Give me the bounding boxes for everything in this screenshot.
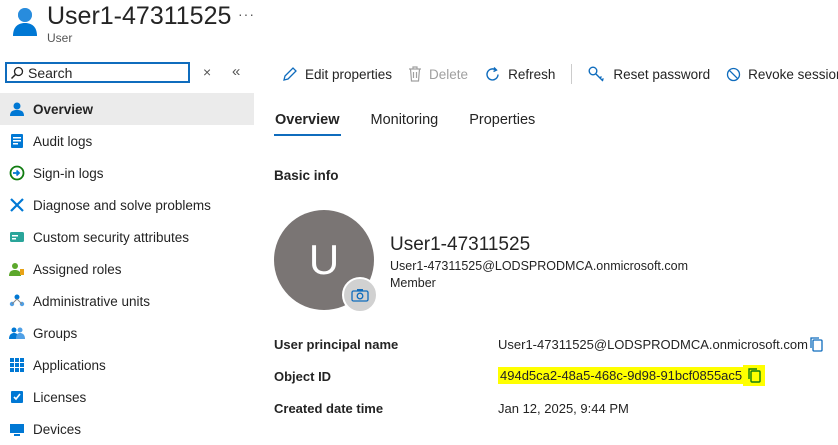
devices-icon — [9, 421, 25, 437]
page-subtitle: User — [47, 31, 73, 45]
user-type: Member — [390, 276, 436, 290]
licenses-icon — [9, 389, 25, 405]
sidebar-item-label: Assigned roles — [33, 261, 122, 277]
page-title: User1-47311525 — [47, 2, 232, 30]
object-id-value: 494d5ca2-48a5-468c-9d98-91bcf0855ac5 — [498, 367, 745, 384]
user-email: User1-47311525@LODSPRODMCA.onmicrosoft.c… — [390, 259, 688, 273]
sidebar-item-label: Applications — [33, 357, 106, 373]
sidebar-item-diagnose[interactable]: Diagnose and solve problems — [0, 189, 254, 221]
user-icon — [9, 101, 25, 117]
roles-icon — [9, 261, 25, 277]
sidebar-item-admin-units[interactable]: Administrative units — [0, 285, 254, 317]
admin-units-icon — [9, 293, 25, 309]
pencil-icon — [283, 67, 297, 81]
reset-password-button[interactable]: Reset password — [588, 66, 710, 82]
attributes-icon — [9, 229, 25, 245]
sidebar-item-label: Groups — [33, 325, 78, 341]
created-label: Created date time — [274, 401, 384, 416]
sidebar-item-groups[interactable]: Groups — [0, 317, 254, 349]
upn-value: User1-47311525@LODSPRODMCA.onmicrosoft.c… — [498, 337, 808, 352]
sidebar-item-licenses[interactable]: Licenses — [0, 381, 254, 413]
object-id-text: 494d5ca2-48a5-468c-9d98-91bcf0855ac5 — [498, 367, 745, 384]
section-title: Basic info — [274, 168, 339, 183]
sidebar-item-label: Devices — [33, 421, 82, 437]
delete-button[interactable]: Delete — [408, 66, 468, 82]
sidebar-item-assigned-roles[interactable]: Assigned roles — [0, 253, 254, 285]
copy-upn-icon[interactable] — [809, 336, 824, 353]
toolbar-divider — [571, 64, 573, 84]
collapse-sidebar-icon[interactable]: « — [232, 63, 240, 80]
key-icon — [588, 66, 605, 82]
clear-search-icon[interactable]: × — [203, 64, 211, 80]
edit-properties-label: Edit properties — [305, 66, 393, 82]
sidebar-item-label: Overview — [33, 101, 94, 117]
sidebar-item-custom-security[interactable]: Custom security attributes — [0, 221, 254, 253]
search-box — [5, 62, 190, 83]
sidebar-item-label: Custom security attributes — [33, 229, 190, 245]
sidebar-item-label: Audit logs — [33, 133, 93, 149]
applications-icon — [9, 357, 25, 373]
upn-label: User principal name — [274, 337, 399, 352]
tab-monitoring[interactable]: Monitoring — [370, 110, 440, 136]
search-input[interactable] — [24, 64, 178, 81]
sidebar-item-label: Diagnose and solve problems — [33, 197, 211, 213]
tab-overview[interactable]: Overview — [274, 110, 341, 136]
sidebar-item-overview[interactable]: Overview — [0, 93, 254, 125]
change-photo-button[interactable] — [342, 277, 378, 313]
tab-bar: Overview Monitoring Properties — [274, 110, 565, 136]
sidebar-item-applications[interactable]: Applications — [0, 349, 254, 381]
refresh-label: Refresh — [508, 66, 556, 82]
groups-icon — [9, 325, 25, 341]
sidebar-item-devices[interactable]: Devices — [0, 413, 254, 445]
refresh-button[interactable]: Refresh — [484, 66, 555, 83]
command-bar: Edit properties Delete Refresh Reset pas… — [282, 60, 838, 88]
user-icon — [13, 8, 37, 36]
copy-object-id-button[interactable] — [743, 365, 765, 386]
refresh-icon — [486, 66, 499, 81]
sidebar-item-audit-logs[interactable]: Audit logs — [0, 125, 254, 157]
tab-properties[interactable]: Properties — [468, 110, 536, 136]
sign-in-icon — [9, 165, 25, 181]
more-options-button[interactable]: ··· — [238, 6, 255, 22]
wrench-icon — [9, 197, 25, 213]
camera-icon — [351, 289, 369, 302]
trash-icon — [409, 66, 422, 82]
sidebar-item-label: Sign-in logs — [33, 165, 104, 181]
created-value: Jan 12, 2025, 9:44 PM — [498, 401, 629, 416]
user-display-name: User1-47311525 — [390, 234, 531, 255]
sidebar-item-label: Licenses — [33, 389, 87, 405]
object-id-label: Object ID — [274, 369, 332, 384]
sidebar-item-label: Administrative units — [33, 293, 151, 309]
revoke-sessions-button[interactable]: Revoke sessions — [726, 67, 838, 82]
revoke-sessions-label: Revoke sessions — [748, 66, 838, 82]
edit-properties-button[interactable]: Edit properties — [282, 66, 392, 82]
sidebar: Overview Audit logs Sign-in logs Diagnos… — [0, 93, 254, 445]
sidebar-item-sign-in-logs[interactable]: Sign-in logs — [0, 157, 254, 189]
audit-logs-icon — [9, 133, 25, 149]
copy-icon — [747, 368, 761, 383]
delete-label: Delete — [429, 66, 469, 82]
reset-password-label: Reset password — [613, 66, 711, 82]
search-icon — [10, 66, 24, 79]
block-icon — [727, 67, 741, 81]
